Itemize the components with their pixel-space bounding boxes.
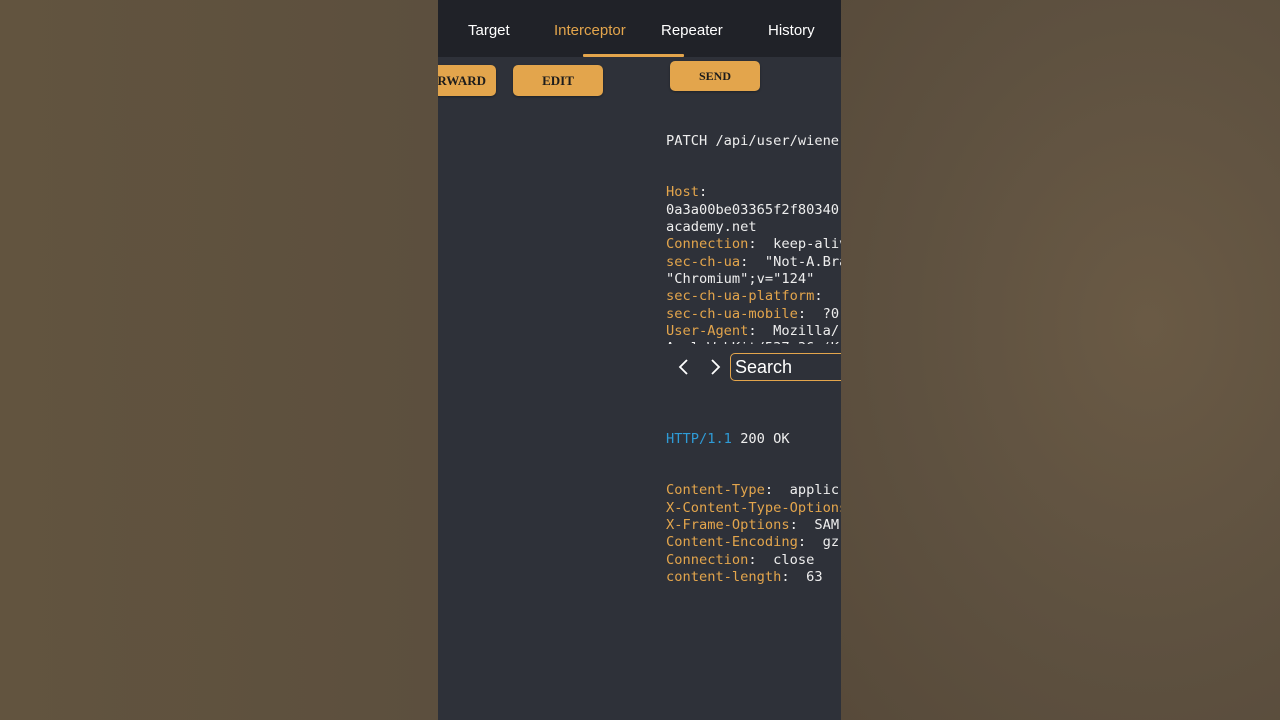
header-value: "Not-A.Brand: [764, 253, 841, 270]
header-value: 0a3a00be03365f2f80340: [666, 201, 840, 218]
header-separator: :: [740, 253, 765, 270]
header-line: Host:: [666, 184, 841, 201]
header-name: sec-ch-ua-mobile: [666, 305, 798, 322]
tab-interceptor[interactable]: Interceptor: [554, 22, 626, 42]
header-separator: :: [698, 184, 708, 201]
header-value: 63: [806, 568, 823, 585]
header-line: Connection: close: [666, 552, 841, 569]
background-right: [841, 0, 1280, 720]
header-value: keep-alive: [773, 236, 841, 253]
header-value: ?0: [822, 305, 840, 322]
request-line: PATCH /api/user/wiener: [666, 132, 841, 149]
send-button[interactable]: SEND: [670, 61, 760, 91]
header-line: academy.net: [666, 219, 841, 236]
header-line: X-Frame-Options: SAM: [666, 517, 841, 534]
header-separator: :: [748, 322, 774, 339]
header-line: "Chromium";v="124": [666, 271, 841, 288]
header-line: content-length: 63: [666, 569, 841, 586]
forward-button[interactable]: FORWARD: [438, 65, 496, 96]
header-line: 0a3a00be03365f2f80340: [666, 202, 841, 219]
header-separator: :: [748, 236, 774, 253]
header-line: User-Agent: Mozilla/: [666, 323, 841, 340]
header-value: AppleWebKit/537.36 (K: [666, 340, 839, 344]
response-viewer[interactable]: HTTP/1.1 200 OK Content-Type: applic X-Co…: [666, 396, 841, 608]
header-line: sec-ch-ua-platform:: [666, 288, 841, 305]
tab-bar: Target Interceptor Repeater History: [438, 0, 841, 57]
header-line: Content-Type: applic: [666, 482, 841, 499]
header-name: content-length: [666, 568, 782, 585]
header-name: Connection: [666, 236, 749, 253]
header-line: sec-ch-ua: "Not-A.Brand: [666, 254, 841, 271]
active-tab-indicator: [583, 54, 684, 57]
response-protocol: HTTP/1.1: [666, 430, 732, 447]
tab-repeater[interactable]: Repeater: [661, 22, 723, 42]
header-separator: :: [764, 482, 790, 499]
background-left: [0, 0, 438, 720]
header-separator: :: [748, 551, 774, 568]
header-value: academy.net: [666, 219, 757, 236]
header-name: Host: [666, 184, 699, 201]
header-line: Connection: keep-alive: [666, 236, 841, 253]
header-name: X-Frame-Options: [666, 517, 790, 534]
header-line: sec-ch-ua-mobile: ?0: [666, 306, 841, 323]
chevron-right-icon[interactable]: [705, 357, 725, 377]
header-separator: :: [797, 534, 823, 551]
response-panel-footer: [666, 608, 841, 620]
tab-history[interactable]: History: [768, 22, 815, 42]
header-name: sec-ch-ua-platform: [666, 288, 815, 305]
header-line: AppleWebKit/537.36 (K: [666, 340, 841, 344]
header-separator: :: [789, 517, 815, 534]
request-editor[interactable]: PATCH /api/user/wiener Host: 0a3a00be0336…: [666, 98, 841, 344]
header-separator: :: [781, 568, 807, 585]
edit-button[interactable]: EDIT: [513, 65, 603, 96]
response-status-line: HTTP/1.1 200 OK: [666, 431, 841, 448]
header-value: Mozilla/: [773, 322, 840, 339]
forward-button-label: FORWARD: [438, 73, 486, 88]
search-bar: [666, 347, 841, 389]
header-value: close: [773, 551, 815, 568]
header-line: X-Content-Type-Options: [666, 500, 841, 517]
header-value: "Chromium";v="124": [666, 270, 815, 287]
header-value: SAM: [814, 517, 840, 534]
search-input[interactable]: [730, 353, 841, 381]
app-screen: Target Interceptor Repeater History FORW…: [438, 0, 841, 720]
response-status: 200 OK: [740, 430, 790, 447]
tab-target[interactable]: Target: [468, 22, 510, 42]
header-value: gz: [822, 534, 840, 551]
header-name: Content-Encoding: [666, 534, 798, 551]
header-separator: :: [797, 305, 823, 322]
header-name: X-Content-Type-Options: [666, 499, 841, 516]
header-name: Content-Type: [666, 482, 765, 499]
header-value: applic: [789, 482, 840, 499]
header-name: Connection: [666, 551, 749, 568]
chevron-left-icon[interactable]: [674, 357, 694, 377]
header-line: Content-Encoding: gz: [666, 534, 841, 551]
header-separator: :: [814, 288, 823, 305]
header-name: sec-ch-ua: [666, 253, 741, 270]
header-name: User-Agent: [666, 322, 749, 339]
